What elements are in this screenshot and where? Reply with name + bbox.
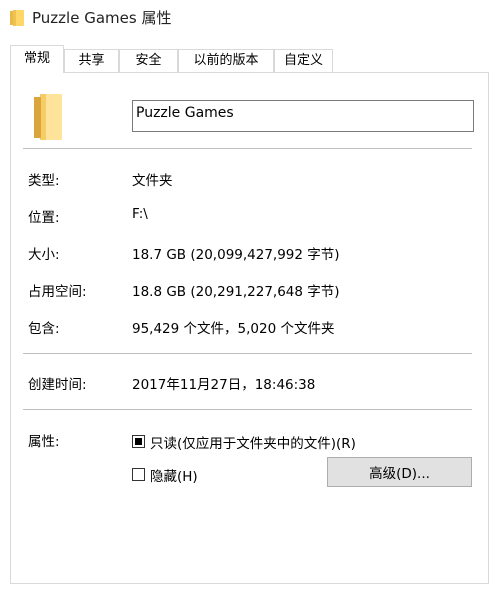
- tab-general[interactable]: 常规: [10, 45, 64, 73]
- hidden-checkbox[interactable]: [132, 468, 145, 481]
- contains-label: 包含:: [28, 321, 60, 337]
- divider: [23, 148, 472, 149]
- hidden-label[interactable]: 隐藏(H): [150, 465, 198, 485]
- general-tab-panel: 类型: 文件夹 位置: F:\ 大小: 18.7 GB (20,099,427,…: [10, 72, 489, 584]
- folder-icon: [34, 94, 62, 140]
- title-bar: Puzzle Games 属性: [0, 0, 500, 36]
- tab-previous-versions[interactable]: 以前的版本: [178, 49, 274, 72]
- created-label: 创建时间:: [28, 377, 87, 393]
- tab-sharing[interactable]: 共享: [64, 49, 119, 72]
- tab-security[interactable]: 安全: [119, 49, 178, 72]
- location-label: 位置:: [28, 210, 60, 226]
- divider: [23, 353, 472, 354]
- tab-customize[interactable]: 自定义: [274, 49, 333, 72]
- location-value: F:\: [132, 206, 148, 222]
- type-value: 文件夹: [132, 173, 173, 189]
- readonly-checkbox[interactable]: [132, 435, 145, 448]
- tab-strip: 常规 共享 安全 以前的版本 自定义: [10, 45, 490, 73]
- readonly-label[interactable]: 只读(仅应用于文件夹中的文件)(R): [150, 432, 356, 452]
- size-value: 18.7 GB (20,099,427,992 字节): [132, 247, 340, 263]
- contains-value: 95,429 个文件，5,020 个文件夹: [132, 321, 335, 337]
- size-label: 大小:: [28, 247, 60, 263]
- properties-window: Puzzle Games 属性 常规 共享 安全 以前的版本 自定义 类型: 文…: [0, 0, 500, 591]
- advanced-button[interactable]: 高级(D)...: [327, 457, 472, 487]
- size-on-disk-label: 占用空间:: [28, 284, 87, 300]
- window-title: Puzzle Games 属性: [32, 9, 172, 27]
- divider: [23, 409, 472, 410]
- created-value: 2017年11月27日，18:46:38: [132, 377, 316, 393]
- folder-icon: [10, 10, 24, 26]
- folder-name-input[interactable]: [132, 100, 474, 132]
- attributes-label: 属性:: [28, 434, 60, 450]
- type-label: 类型:: [28, 173, 60, 189]
- size-on-disk-value: 18.8 GB (20,291,227,648 字节): [132, 284, 340, 300]
